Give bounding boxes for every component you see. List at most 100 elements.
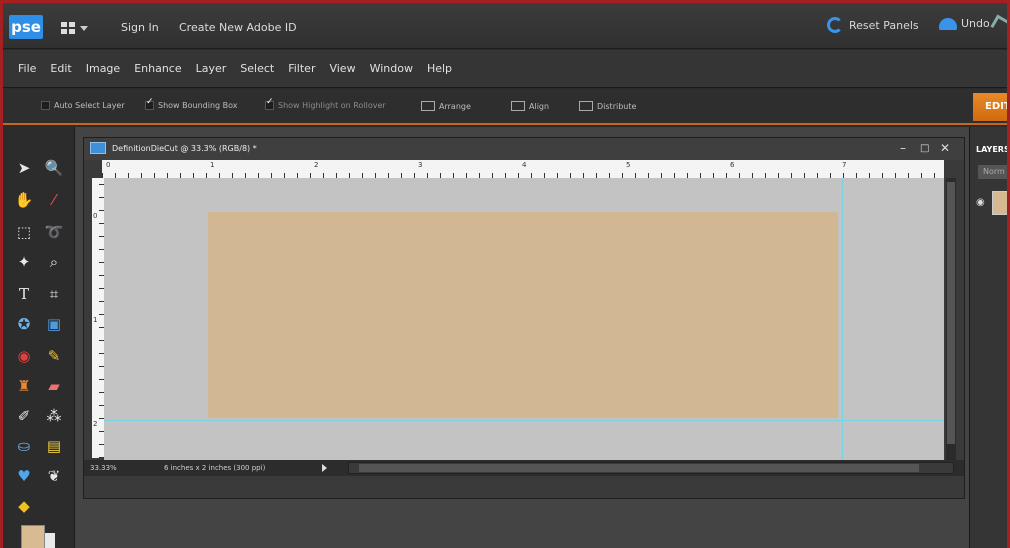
gradient-tool-icon[interactable]: ▤ bbox=[43, 435, 65, 457]
undo-icon bbox=[939, 17, 957, 30]
menu-window[interactable]: Window bbox=[363, 62, 420, 75]
align-dropdown[interactable]: Align bbox=[511, 101, 549, 111]
show-highlight-label: Show Highlight on Rollover bbox=[278, 101, 386, 110]
vertical-scrollbar[interactable] bbox=[946, 178, 956, 460]
blur-tool-icon[interactable]: ❦ bbox=[43, 465, 65, 487]
reset-panels-label: Reset Panels bbox=[849, 18, 919, 32]
sign-in-link[interactable]: Sign In bbox=[121, 21, 159, 34]
workspace: ➤ 🔍 ✋ ⁄ ⬚ ➰ ✦ ⌕ T ⌗ ✪ ▣ ◉ ✎ ♜ ▰ ✐ ⁂ ⛀ ▤ … bbox=[3, 127, 1007, 548]
red-eye-icon[interactable]: ◉ bbox=[13, 345, 35, 367]
brush-tool-icon[interactable]: ✐ bbox=[13, 405, 35, 427]
undo-label: Undo bbox=[961, 17, 990, 30]
arrange-icon bbox=[421, 101, 435, 111]
horizontal-guide[interactable] bbox=[104, 420, 944, 421]
healing-brush-icon[interactable]: ✎ bbox=[43, 345, 65, 367]
layers-tab[interactable]: LAYERS bbox=[976, 145, 1007, 154]
app-logo: pse bbox=[9, 15, 43, 39]
document-title: DefinitionDieCut @ 33.3% (RGB/8) * bbox=[112, 144, 257, 153]
menu-bar: File Edit Image Enhance Layer Select Fil… bbox=[3, 50, 1007, 88]
menu-enhance[interactable]: Enhance bbox=[127, 62, 188, 75]
document-size: 6 inches x 2 inches (300 ppi) bbox=[164, 464, 266, 472]
eye-icon[interactable]: ◉ bbox=[976, 197, 988, 209]
edit-tab[interactable]: EDIT bbox=[973, 93, 1007, 121]
auto-select-layer-checkbox[interactable] bbox=[41, 101, 50, 110]
redo-icon[interactable] bbox=[990, 14, 1007, 34]
menu-help[interactable]: Help bbox=[420, 62, 459, 75]
align-icon bbox=[511, 101, 525, 111]
grid-icon bbox=[61, 22, 75, 34]
document-title-bar[interactable]: DefinitionDieCut @ 33.3% (RGB/8) * – □ ✕ bbox=[84, 138, 964, 160]
undo-button[interactable]: Undo bbox=[939, 17, 990, 30]
cookie-cutter-icon[interactable]: ✪ bbox=[13, 313, 35, 335]
ruler-mark: 3 bbox=[418, 161, 423, 169]
status-bar: 33.33% 6 inches x 2 inches (300 ppi) bbox=[84, 460, 964, 476]
document-window: DefinitionDieCut @ 33.3% (RGB/8) * – □ ✕… bbox=[83, 137, 965, 499]
close-icon[interactable]: ✕ bbox=[940, 141, 950, 155]
reset-icon bbox=[827, 17, 843, 33]
show-bounding-box-label: Show Bounding Box bbox=[158, 101, 238, 110]
distribute-dropdown[interactable]: Distribute bbox=[579, 101, 636, 111]
menu-image[interactable]: Image bbox=[79, 62, 127, 75]
menu-edit[interactable]: Edit bbox=[43, 62, 78, 75]
arrange-dropdown[interactable]: Arrange bbox=[421, 101, 471, 111]
document-icon bbox=[90, 142, 106, 154]
canvas-area[interactable] bbox=[104, 178, 944, 460]
reset-panels-button[interactable]: Reset Panels bbox=[827, 17, 919, 33]
minimize-icon[interactable]: – bbox=[900, 141, 906, 155]
vertical-scroll-thumb[interactable] bbox=[947, 182, 955, 444]
paint-bucket-icon[interactable]: ⛀ bbox=[13, 435, 35, 457]
auto-select-layer-label: Auto Select Layer bbox=[54, 101, 125, 110]
vertical-ruler: 0 1 2 bbox=[92, 178, 104, 458]
horizontal-ruler: 0 1 2 3 4 5 6 7 bbox=[102, 160, 944, 178]
show-bounding-box-option[interactable]: Show Bounding Box bbox=[145, 97, 238, 110]
layers-panel: LAYERS Norm ◉ bbox=[969, 127, 1007, 548]
foreground-color-swatch[interactable] bbox=[21, 525, 45, 548]
sponge-tool-icon[interactable]: ◆ bbox=[13, 495, 35, 517]
create-adobe-id-link[interactable]: Create New Adobe ID bbox=[179, 21, 297, 34]
image-canvas[interactable] bbox=[208, 212, 838, 418]
menu-view[interactable]: View bbox=[322, 62, 362, 75]
ruler-mark: 1 bbox=[93, 316, 98, 324]
clone-stamp-icon[interactable]: ♜ bbox=[13, 375, 35, 397]
lasso-tool-icon[interactable]: ➰ bbox=[43, 221, 65, 243]
arrange-label: Arrange bbox=[439, 101, 471, 111]
move-tool-icon[interactable]: ➤ bbox=[13, 157, 35, 179]
menu-file[interactable]: File bbox=[11, 62, 43, 75]
status-menu-arrow-icon[interactable] bbox=[322, 464, 327, 472]
eraser-icon[interactable]: ▰ bbox=[43, 375, 65, 397]
magic-wand-icon[interactable]: ✦ bbox=[13, 251, 35, 273]
smart-brush-icon[interactable]: ⁂ bbox=[43, 405, 65, 427]
vertical-guide[interactable] bbox=[842, 178, 843, 460]
maximize-icon[interactable]: □ bbox=[920, 143, 929, 154]
show-highlight-option[interactable]: Show Highlight on Rollover bbox=[265, 97, 386, 110]
tool-options-bar: Auto Select Layer Show Bounding Box Show… bbox=[3, 89, 1007, 125]
marquee-tool-icon[interactable]: ⬚ bbox=[13, 221, 35, 243]
menu-layer[interactable]: Layer bbox=[189, 62, 234, 75]
menu-select[interactable]: Select bbox=[233, 62, 281, 75]
type-tool-icon[interactable]: T bbox=[13, 283, 35, 305]
zoom-level[interactable]: 33.33% bbox=[90, 464, 117, 472]
auto-select-layer-option[interactable]: Auto Select Layer bbox=[41, 101, 125, 110]
hand-tool-icon[interactable]: ✋ bbox=[13, 189, 35, 211]
menu-filter[interactable]: Filter bbox=[281, 62, 322, 75]
ruler-mark: 5 bbox=[626, 161, 631, 169]
blend-mode-select[interactable]: Norm bbox=[978, 165, 1007, 179]
show-bounding-box-checkbox[interactable] bbox=[145, 97, 154, 110]
crop-tool-icon[interactable]: ⌗ bbox=[43, 283, 65, 305]
ruler-mark: 7 bbox=[842, 161, 847, 169]
show-highlight-checkbox[interactable] bbox=[265, 97, 274, 110]
horizontal-scroll-thumb[interactable] bbox=[359, 464, 919, 472]
ruler-mark: 0 bbox=[93, 212, 98, 220]
workspace-layout-button[interactable] bbox=[61, 19, 99, 37]
horizontal-scrollbar[interactable] bbox=[348, 462, 954, 474]
shape-tool-icon[interactable]: ♥ bbox=[13, 465, 35, 487]
ruler-mark: 2 bbox=[93, 420, 98, 428]
app-frame: pse Sign In Create New Adobe ID Reset Pa… bbox=[0, 0, 1010, 548]
layer-thumbnail[interactable] bbox=[992, 191, 1007, 215]
chevron-down-icon bbox=[80, 25, 88, 31]
toolbox: ➤ 🔍 ✋ ⁄ ⬚ ➰ ✦ ⌕ T ⌗ ✪ ▣ ◉ ✎ ♜ ▰ ✐ ⁂ ⛀ ▤ … bbox=[3, 127, 75, 548]
quick-select-icon[interactable]: ⌕ bbox=[43, 251, 65, 273]
zoom-tool-icon[interactable]: 🔍 bbox=[43, 157, 65, 179]
recompose-icon[interactable]: ▣ bbox=[43, 313, 65, 335]
eyedropper-icon[interactable]: ⁄ bbox=[43, 189, 65, 211]
